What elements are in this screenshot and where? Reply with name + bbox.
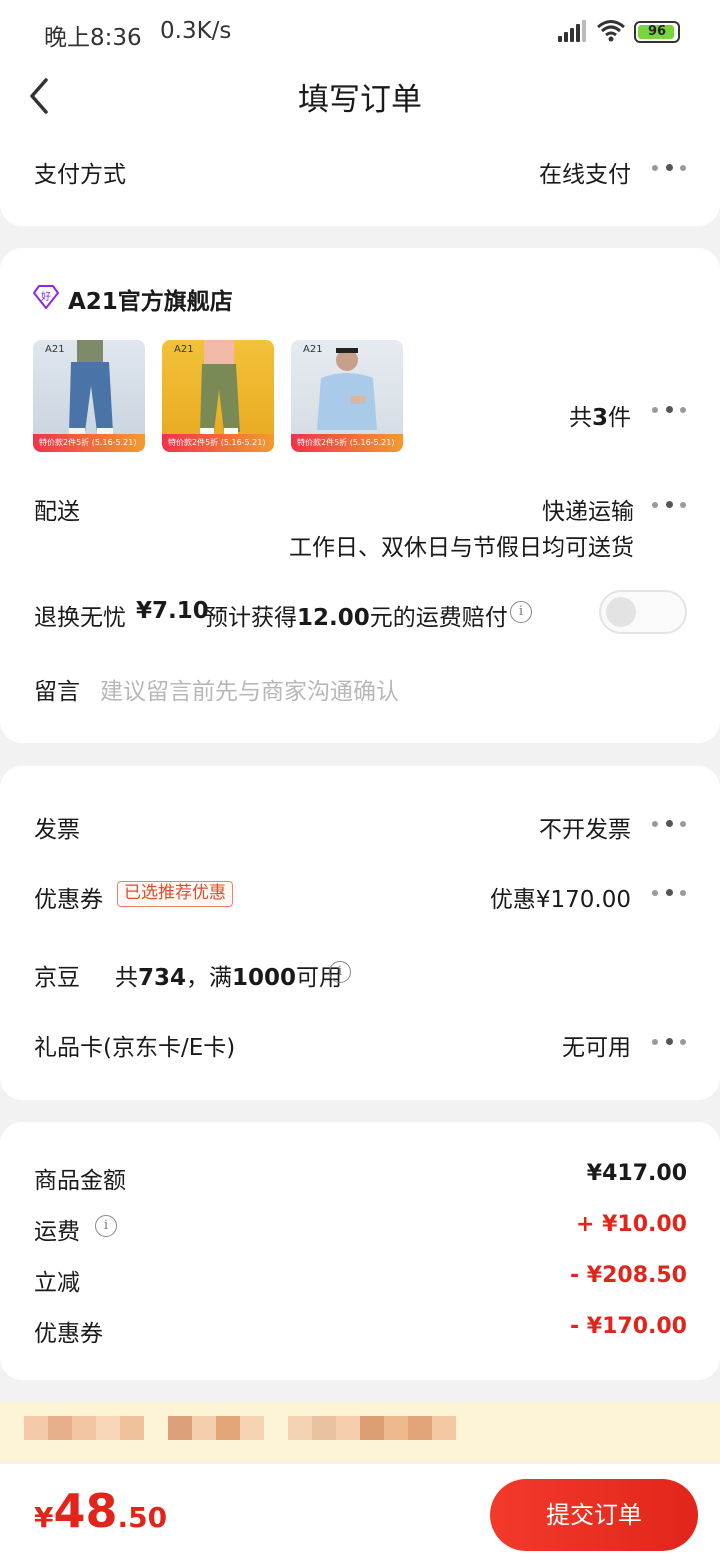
jingdou-desc: 共734，满1000可用 (115, 965, 343, 991)
svg-text:好: 好 (41, 291, 51, 303)
info-icon[interactable]: i (510, 601, 532, 623)
shipping-label: 运费 (34, 1219, 80, 1245)
more-icon[interactable] (652, 888, 688, 898)
discount-value: - ¥208.50 (570, 1263, 687, 1288)
shop-name[interactable]: A21官方旗舰店 (68, 282, 233, 316)
total-decimal: .50 (117, 1501, 168, 1534)
product-thumbnail[interactable]: A21 特价款2件5折 (5.16-5.21) (162, 340, 274, 452)
payment-value: 在线支付 (539, 162, 631, 188)
goods-amount-value: ¥417.00 (586, 1161, 687, 1186)
invoice-label: 发票 (34, 817, 80, 843)
giftcard-value: 无可用 (562, 1035, 631, 1061)
return-insurance-desc: 预计获得12.00元的运费赔付 (205, 605, 508, 631)
coupon-value: 优惠¥170.00 (489, 887, 631, 913)
toggle-knob (606, 597, 636, 627)
delivery-label: 配送 (34, 499, 80, 525)
payment-label: 支付方式 (34, 162, 126, 188)
giftcard-label: 礼品卡(京东卡/E卡) (34, 1035, 236, 1061)
status-time: 晚上8:36 (44, 25, 142, 51)
coupon-summary-value: - ¥170.00 (570, 1314, 687, 1339)
return-insurance-price: ¥7.10 (136, 598, 209, 624)
discount-label: 立减 (34, 1270, 80, 1296)
more-icon[interactable] (652, 500, 688, 510)
info-icon[interactable]: i (329, 961, 351, 983)
battery-percent: 96 (647, 24, 667, 39)
total-currency: ¥ (34, 1501, 54, 1534)
jingdou-label: 京豆 (34, 965, 80, 991)
return-insurance-label: 退换无忧 (34, 605, 126, 631)
network-speed: 0.3K/s (160, 18, 232, 44)
delivery-note: 工作日、双休日与节假日均可送货 (289, 535, 634, 561)
coupon-label: 优惠券 (34, 887, 103, 913)
delivery-value: 快递运输 (542, 499, 634, 525)
promo-tag: 特价款2件5折 (5.16-5.21) (162, 434, 274, 452)
signal-icon (558, 20, 586, 42)
more-icon[interactable] (652, 163, 688, 173)
return-insurance-toggle[interactable] (599, 590, 687, 634)
more-icon[interactable] (652, 819, 688, 829)
promo-tag: 特价款2件5折 (5.16-5.21) (33, 434, 145, 452)
total-price: ¥48.50 (34, 1484, 167, 1538)
item-count-number: 3 (591, 405, 608, 431)
coupon-badge: 已选推荐优惠 (117, 881, 233, 907)
coupon-summary-label: 优惠券 (34, 1321, 103, 1347)
item-count-prefix: 共 (568, 405, 592, 431)
item-count[interactable]: 共3件 (569, 398, 631, 432)
submit-order-button[interactable]: 提交订单 (490, 1479, 698, 1551)
goods-amount-label: 商品金额 (34, 1168, 126, 1194)
more-icon[interactable] (652, 1037, 688, 1047)
status-bar: 晚上8:36 0.3K/s 96 (0, 0, 720, 62)
product-thumbnail[interactable]: A21 特价款2件5折 (5.16-5.21) (33, 340, 145, 452)
total-integer: 48 (53, 1484, 118, 1538)
page-title: 填写订单 (298, 82, 422, 118)
battery-icon: 96 (634, 21, 680, 43)
invoice-value: 不开发票 (539, 817, 631, 843)
product-thumbnail[interactable]: A21 特价款2件5折 (5.16-5.21) (291, 340, 403, 452)
shipping-value: + ¥10.00 (576, 1212, 687, 1237)
return-insurance-amount: 12.00 (297, 605, 370, 631)
message-input[interactable]: 建议留言前先与商家沟通确认 (100, 672, 399, 706)
promo-tag: 特价款2件5折 (5.16-5.21) (291, 434, 403, 452)
wifi-icon (597, 20, 625, 42)
shop-badge-icon: 好 (33, 285, 59, 309)
more-icon[interactable] (652, 405, 688, 415)
blurred-notice (0, 1402, 720, 1462)
item-count-suffix: 件 (608, 405, 631, 431)
message-label: 留言 (34, 679, 80, 705)
info-icon[interactable]: i (95, 1215, 117, 1237)
